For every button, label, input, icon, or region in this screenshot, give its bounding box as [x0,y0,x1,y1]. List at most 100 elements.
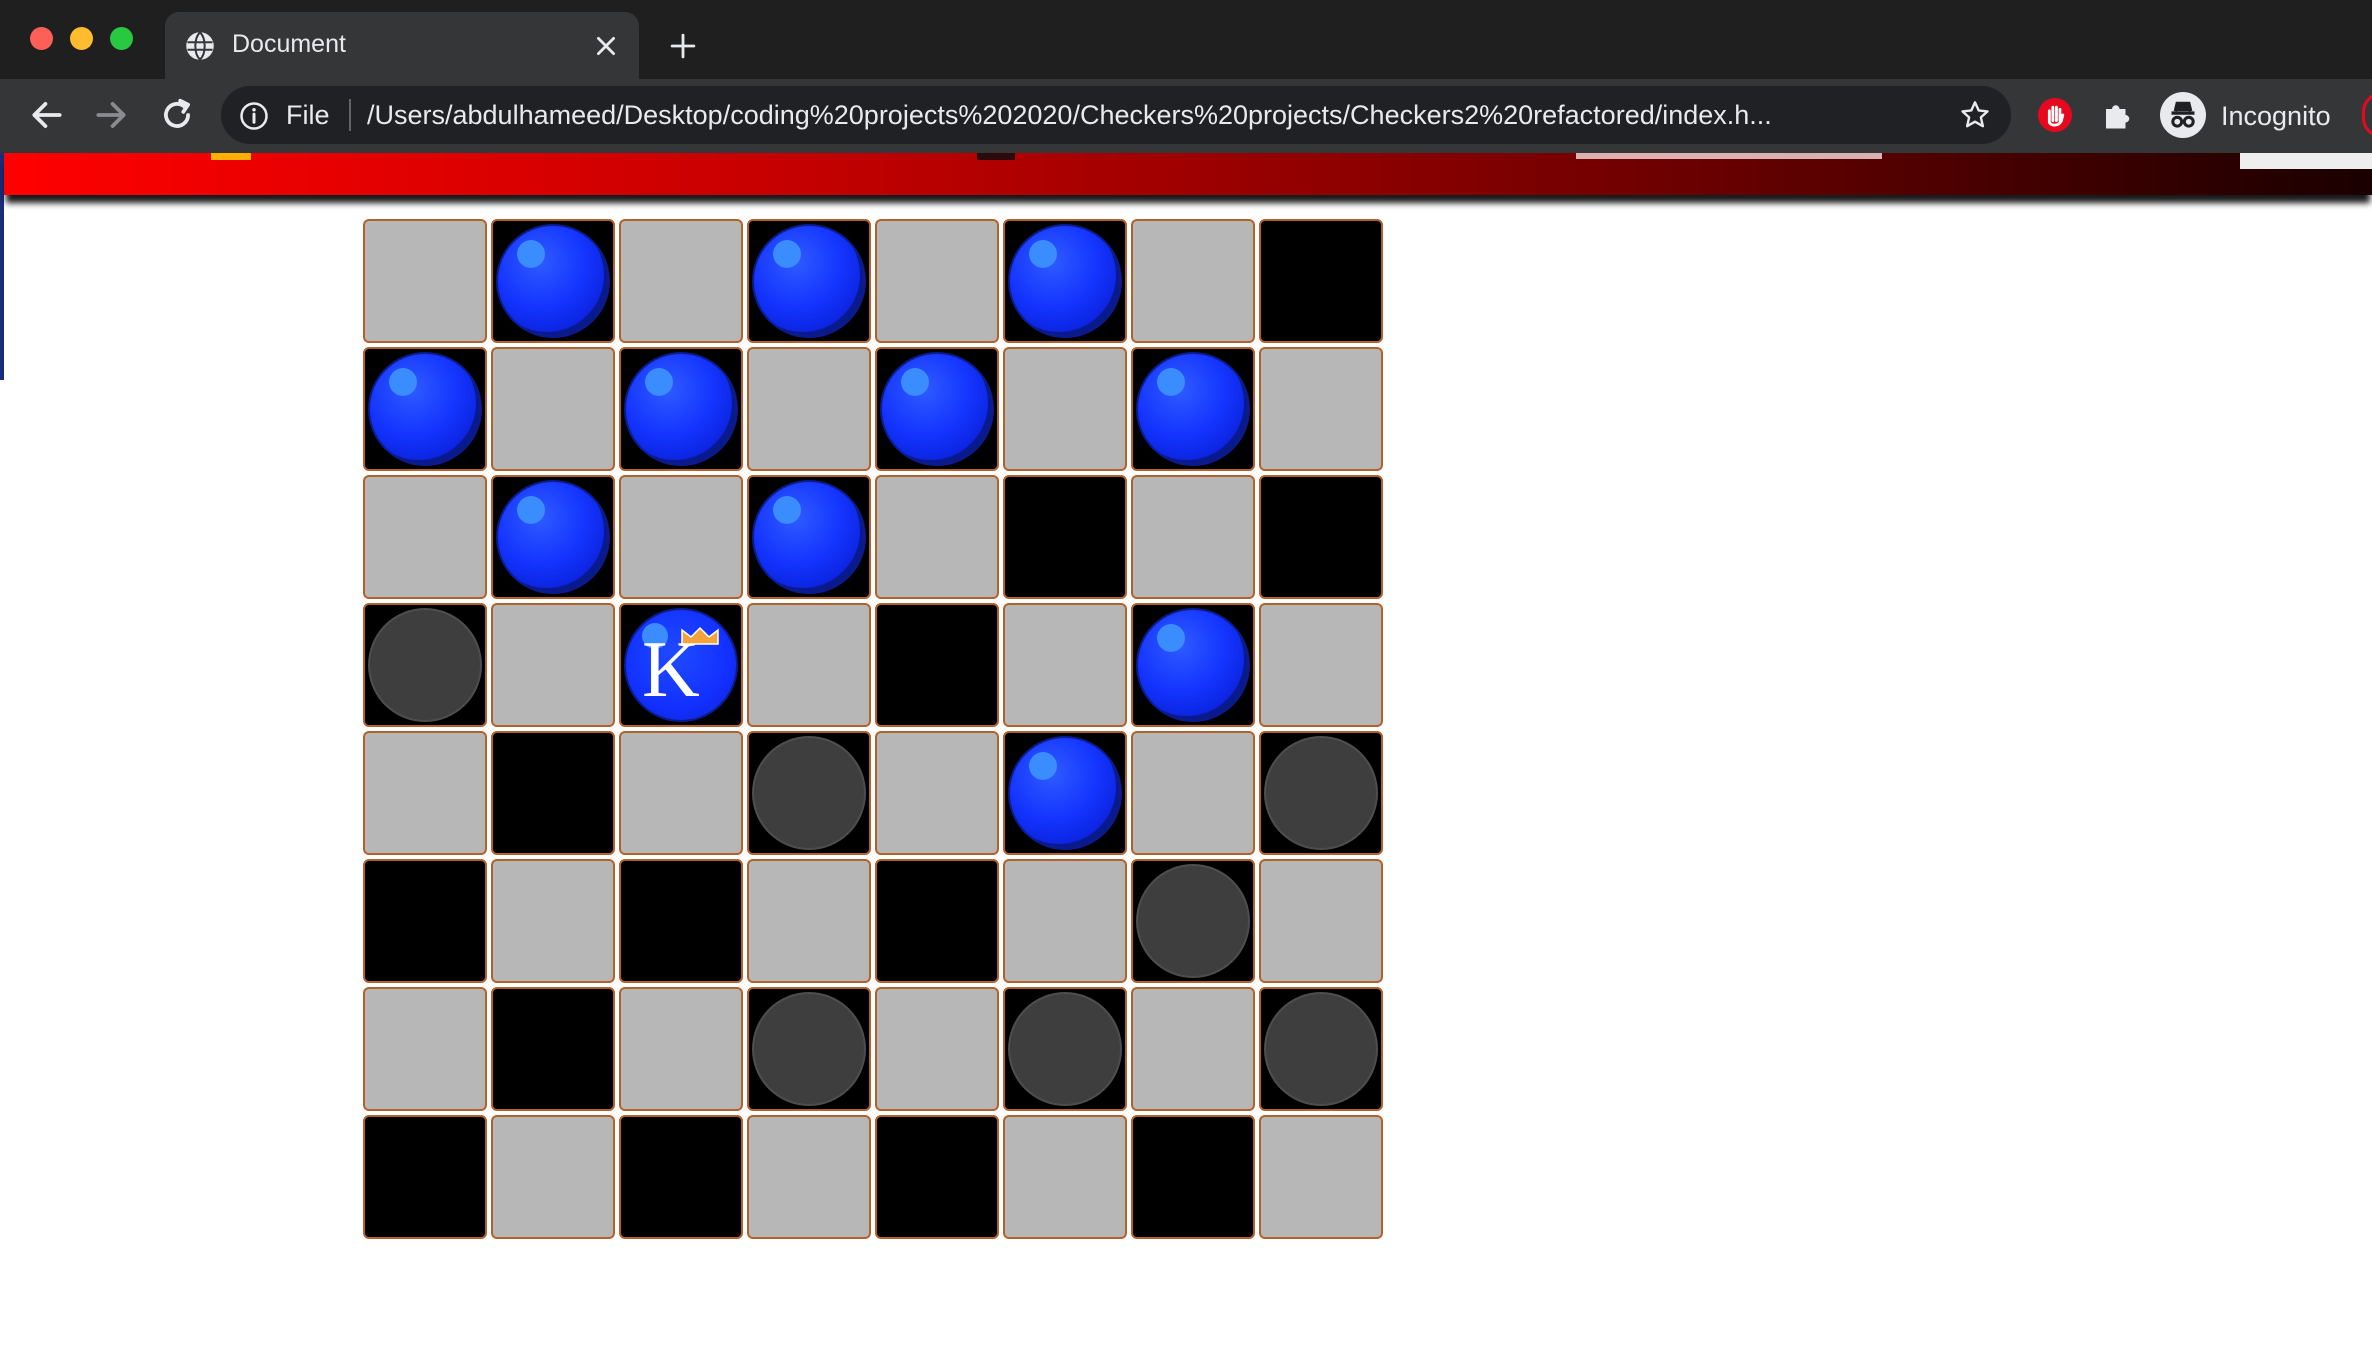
board-square[interactable] [747,1115,871,1239]
blue-checker-piece[interactable] [752,224,866,338]
board-square[interactable] [875,859,999,983]
board-square[interactable] [363,859,487,983]
blue-king-piece[interactable]: K [624,608,738,722]
grey-checker-piece[interactable] [1264,736,1378,850]
board-square[interactable]: K [619,603,743,727]
board-square[interactable] [619,219,743,343]
board-square[interactable] [619,859,743,983]
board-square[interactable] [363,219,487,343]
star-icon[interactable] [1959,99,1991,131]
board-square[interactable] [1259,1115,1383,1239]
reload-icon[interactable] [158,96,196,134]
plus-icon[interactable] [670,33,696,59]
browser-tab[interactable]: Document [165,12,639,79]
blue-checker-piece[interactable] [1136,608,1250,722]
forward-arrow-icon[interactable] [92,96,130,134]
blue-checker-piece[interactable] [752,480,866,594]
board-square[interactable] [1131,731,1255,855]
board-square[interactable] [875,603,999,727]
puzzle-icon[interactable] [2100,97,2136,133]
minimize-window-button[interactable] [70,27,93,50]
grey-checker-piece[interactable] [1136,864,1250,978]
board-square[interactable] [491,603,615,727]
board-square[interactable] [747,987,871,1111]
board-square[interactable] [1259,987,1383,1111]
board-square[interactable] [363,603,487,727]
board-square[interactable] [1131,859,1255,983]
close-icon[interactable] [593,33,619,59]
board-square[interactable] [491,859,615,983]
board-square[interactable] [747,219,871,343]
grey-checker-piece[interactable] [368,608,482,722]
board-square[interactable] [491,219,615,343]
profile-button[interactable] [2362,92,2372,138]
board-square[interactable] [747,731,871,855]
back-arrow-icon[interactable] [28,96,66,134]
board-square[interactable] [1131,347,1255,471]
board-square[interactable] [1003,603,1127,727]
board-square[interactable] [363,475,487,599]
board-square[interactable] [1003,219,1127,343]
board-square[interactable] [491,475,615,599]
board-square[interactable] [619,987,743,1111]
board-square[interactable] [1131,987,1255,1111]
board-square[interactable] [491,347,615,471]
board-square[interactable] [1131,219,1255,343]
board-square[interactable] [363,731,487,855]
board-square[interactable] [875,1115,999,1239]
blue-checker-piece[interactable] [496,480,610,594]
board-square[interactable] [363,987,487,1111]
board-square[interactable] [875,475,999,599]
board-square[interactable] [1003,1115,1127,1239]
blue-checker-piece[interactable] [624,352,738,466]
url-text[interactable]: /Users/abdulhameed/Desktop/coding%20proj… [367,100,1787,131]
board-square[interactable] [875,219,999,343]
grey-checker-piece[interactable] [752,992,866,1106]
board-square[interactable] [875,347,999,471]
address-bar[interactable]: File /Users/abdulhameed/Desktop/coding%2… [221,86,2011,144]
board-square[interactable] [619,731,743,855]
blue-checker-piece[interactable] [880,352,994,466]
grey-checker-piece[interactable] [1264,992,1378,1106]
close-window-button[interactable] [30,27,53,50]
board-square[interactable] [875,731,999,855]
board-square[interactable] [875,987,999,1111]
info-icon[interactable] [239,101,269,131]
board-square[interactable] [1259,347,1383,471]
blue-checker-piece[interactable] [1008,224,1122,338]
board-square[interactable] [747,347,871,471]
board-square[interactable] [363,1115,487,1239]
board-square[interactable] [747,603,871,727]
board-square[interactable] [619,475,743,599]
board-square[interactable] [1131,1115,1255,1239]
board-square[interactable] [363,347,487,471]
grey-checker-piece[interactable] [752,736,866,850]
board-square[interactable] [1003,475,1127,599]
blue-checker-piece[interactable] [368,352,482,466]
maximize-window-button[interactable] [110,27,133,50]
board-square[interactable] [491,731,615,855]
board-square[interactable] [619,347,743,471]
board-square[interactable] [1131,475,1255,599]
board-square[interactable] [747,859,871,983]
blue-checker-piece[interactable] [496,224,610,338]
board-square[interactable] [491,1115,615,1239]
board-square[interactable] [1003,731,1127,855]
board-square[interactable] [619,1115,743,1239]
incognito-icon[interactable] [2160,92,2206,138]
board-square[interactable] [1259,859,1383,983]
board-square[interactable] [1259,731,1383,855]
board-square[interactable] [1259,603,1383,727]
board-square[interactable] [1003,987,1127,1111]
adblock-hand-icon[interactable] [2038,98,2072,132]
board-square[interactable] [1259,219,1383,343]
board-square[interactable] [1259,475,1383,599]
board-square[interactable] [1003,347,1127,471]
board-square[interactable] [1131,603,1255,727]
blue-checker-piece[interactable] [1008,736,1122,850]
board-square[interactable] [491,987,615,1111]
board-square[interactable] [747,475,871,599]
board-square[interactable] [1003,859,1127,983]
blue-checker-piece[interactable] [1136,352,1250,466]
grey-checker-piece[interactable] [1008,992,1122,1106]
